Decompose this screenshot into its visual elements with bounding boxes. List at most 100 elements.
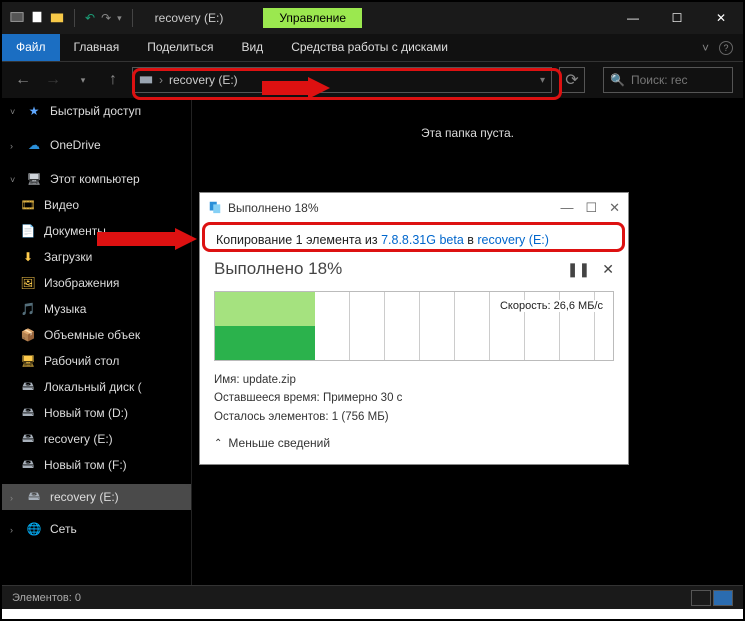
- network-icon: 🌐: [26, 521, 42, 537]
- sidebar-network[interactable]: ›🌐Сеть: [2, 516, 191, 542]
- search-placeholder: Поиск: rec: [631, 73, 688, 87]
- maximize-button[interactable]: ☐: [655, 2, 699, 34]
- disk-icon: 🖴: [26, 489, 42, 505]
- folder-icon: ⬇: [20, 249, 36, 265]
- qat-newfolder-icon[interactable]: [50, 10, 64, 27]
- drive-icon: [139, 72, 153, 89]
- back-button[interactable]: ←: [12, 69, 34, 91]
- window-controls: — ☐ ✕: [611, 2, 743, 34]
- refresh-button[interactable]: ⟳: [559, 67, 585, 93]
- meta-time: Оставшееся время: Примерно 30 с: [214, 389, 614, 407]
- forward-button[interactable]: →: [42, 69, 64, 91]
- star-icon: ★: [26, 103, 42, 119]
- empty-folder-message: Эта папка пуста.: [192, 98, 743, 140]
- ribbon-tab-view[interactable]: Вид: [227, 34, 277, 61]
- disk-icon: 🖴: [20, 405, 36, 421]
- search-box[interactable]: 🔍 Поиск: rec: [603, 67, 733, 93]
- dialog-close-button[interactable]: ✕: [609, 200, 620, 216]
- quick-access-toolbar: ↶ ↷ ▾: [2, 9, 145, 27]
- copy-dest-link[interactable]: recovery (E:): [477, 233, 549, 247]
- dialog-minimize-button[interactable]: —: [560, 200, 573, 216]
- explorer-window: ↶ ↷ ▾ recovery (E:) Управление — ☐ ✕ Фай…: [0, 0, 745, 621]
- meta-name: Имя: update.zip: [214, 371, 614, 389]
- cancel-button[interactable]: ✕: [602, 261, 614, 278]
- address-bar[interactable]: › recovery (E:) ▾: [132, 67, 552, 93]
- recent-dropdown-icon[interactable]: ▾: [72, 69, 94, 91]
- sidebar-onedrive[interactable]: ›☁OneDrive: [2, 132, 191, 158]
- address-dropdown-icon[interactable]: ▾: [540, 75, 545, 86]
- qat-properties-icon[interactable]: [30, 10, 44, 27]
- sidebar-item-volume-f[interactable]: 🖴 Новый том (F:): [2, 452, 191, 478]
- cloud-icon: ☁: [26, 137, 42, 153]
- sidebar-item-label: Новый том (F:): [44, 458, 127, 472]
- sidebar-item-label: Музыка: [44, 302, 86, 316]
- sidebar-selected-recovery-e[interactable]: ›🖴recovery (E:): [2, 484, 191, 510]
- sidebar-item-label: Этот компьютер: [50, 172, 140, 186]
- sidebar-item-music[interactable]: 🎵Музыка: [2, 296, 191, 322]
- progress-text: Выполнено 18%: [214, 259, 342, 279]
- sidebar-item-desktop[interactable]: 🖥Рабочий стол: [2, 348, 191, 374]
- dialog-maximize-button[interactable]: ☐: [585, 200, 597, 216]
- view-details-button[interactable]: [691, 590, 711, 606]
- dialog-body: Копирование 1 элемента из 7.8.8.31G beta…: [200, 223, 628, 464]
- pause-button[interactable]: ❚❚: [567, 261, 590, 278]
- sidebar-this-pc[interactable]: ˅🖥Этот компьютер: [2, 166, 191, 192]
- ribbon-tab-share[interactable]: Поделиться: [133, 34, 227, 61]
- meta-remaining: Осталось элементов: 1 (756 МБ): [214, 408, 614, 426]
- view-large-button[interactable]: [713, 590, 733, 606]
- sidebar-item-label: Документы: [44, 224, 106, 238]
- disk-icon: 🖴: [20, 457, 36, 473]
- copy-progress-dialog: Выполнено 18% — ☐ ✕ Копирование 1 элемен…: [199, 192, 629, 465]
- undo-icon[interactable]: ↶: [85, 11, 95, 25]
- dialog-title: Выполнено 18%: [228, 201, 319, 215]
- sidebar-item-label: Быстрый доступ: [50, 104, 141, 118]
- fewer-details-toggle[interactable]: ⌃ Меньше сведений: [214, 426, 614, 450]
- sidebar-item-documents[interactable]: 📄Документы: [2, 218, 191, 244]
- speed-label: Скорость: 26,6 МБ/с: [498, 300, 605, 312]
- sidebar-quick-access[interactable]: ˅★Быстрый доступ: [2, 98, 191, 124]
- breadcrumb-text[interactable]: recovery (E:): [169, 73, 238, 87]
- folder-icon: 🖥: [20, 353, 36, 369]
- redo-icon[interactable]: ↷: [101, 11, 111, 25]
- speed-chart: Скорость: 26,6 МБ/с: [214, 291, 614, 361]
- navigation-pane[interactable]: ˅★Быстрый доступ ›☁OneDrive ˅🖥Этот компь…: [2, 98, 192, 585]
- pc-icon: 🖥: [26, 171, 42, 187]
- ribbon-tab-home[interactable]: Главная: [60, 34, 134, 61]
- disk-icon: 🖴: [20, 379, 36, 395]
- dialog-titlebar[interactable]: Выполнено 18% — ☐ ✕: [200, 193, 628, 223]
- chevron-up-icon: ⌃: [214, 438, 222, 449]
- sidebar-item-pictures[interactable]: 🖼Изображения: [2, 270, 191, 296]
- search-icon: 🔍: [610, 73, 625, 87]
- ribbon-expand-icon[interactable]: ˅: [702, 41, 709, 55]
- copy-mid: в: [464, 233, 478, 247]
- ribbon-collapse: ˅ ?: [692, 34, 743, 61]
- navigation-bar: ← → ▾ ↑ › recovery (E:) ▾ ⟳ 🔍 Поиск: rec: [2, 62, 743, 98]
- dialog-icon: [208, 200, 222, 217]
- folder-icon: 🖼: [20, 275, 36, 291]
- up-button[interactable]: ↑: [102, 69, 124, 91]
- ribbon-context-tab[interactable]: Управление: [263, 8, 362, 28]
- sidebar-item-label: Загрузки: [44, 250, 92, 264]
- sidebar-item-downloads[interactable]: ⬇ Загрузки: [2, 244, 191, 270]
- sidebar-item-videos[interactable]: 🎞Видео: [2, 192, 191, 218]
- copy-source-link[interactable]: 7.8.8.31G beta: [381, 233, 464, 247]
- sidebar-item-3dobjects[interactable]: 📦Объемные объек: [2, 322, 191, 348]
- sidebar-item-recovery-e[interactable]: 🖴 recovery (E:): [2, 426, 191, 452]
- close-button[interactable]: ✕: [699, 2, 743, 34]
- sidebar-item-volume-d[interactable]: 🖴Новый том (D:): [2, 400, 191, 426]
- breadcrumb-sep: ›: [159, 73, 163, 87]
- sidebar-item-label: recovery (E:): [44, 432, 113, 446]
- sidebar-item-localdisk-c[interactable]: 🖴 Локальный диск (: [2, 374, 191, 400]
- fewer-details-label: Меньше сведений: [228, 436, 330, 450]
- qat-dropdown-icon[interactable]: ▾: [117, 13, 122, 24]
- help-icon[interactable]: ?: [719, 41, 733, 55]
- folder-icon: 📦: [20, 327, 36, 343]
- chart-progress-fill: [215, 292, 315, 360]
- ribbon-tab-drivetools[interactable]: Средства работы с дисками: [277, 34, 462, 61]
- disk-icon: 🖴: [20, 431, 36, 447]
- separator: [132, 9, 133, 27]
- sidebar-item-label: Локальный диск (: [44, 380, 142, 394]
- ribbon-tab-file[interactable]: Файл: [2, 34, 60, 61]
- minimize-button[interactable]: —: [611, 2, 655, 34]
- titlebar: ↶ ↷ ▾ recovery (E:) Управление — ☐ ✕: [2, 2, 743, 34]
